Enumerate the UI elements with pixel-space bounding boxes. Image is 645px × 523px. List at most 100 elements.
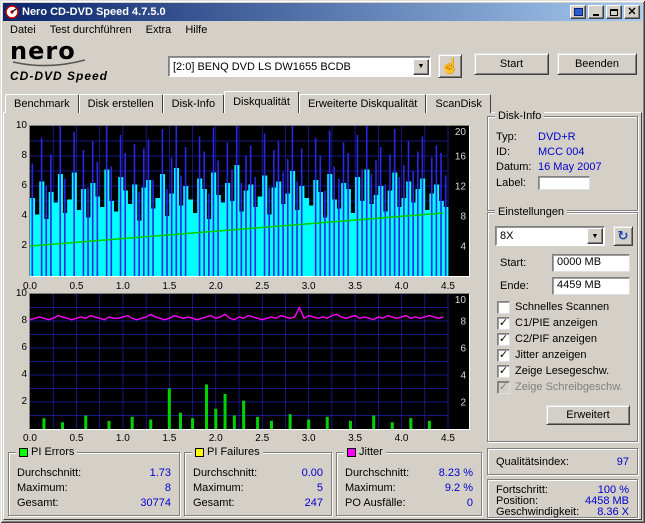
checkbox-label: C2/PIF anzeigen	[515, 333, 597, 345]
tab-scandisk[interactable]: ScanDisk	[426, 94, 490, 113]
drive-select-value: [2:0] BENQ DVD LS DW1655 BCDB	[169, 61, 412, 73]
scan-start-field[interactable]: 0000 MB	[552, 254, 630, 272]
svg-text:4: 4	[460, 242, 466, 253]
x-axis-tick: 0.5	[65, 433, 87, 444]
drive-select[interactable]: [2:0] BENQ DVD LS DW1655 BCDB ▼	[168, 56, 431, 77]
x-axis-tick: 0.5	[65, 281, 87, 292]
settings-title: Einstellungen	[495, 206, 567, 218]
disk-label-label: Label:	[496, 177, 538, 189]
checkbox-box[interactable]: ✓	[497, 333, 510, 346]
checkbox-box[interactable]: ✓	[497, 317, 510, 330]
x-axis-tick: 4.0	[391, 281, 413, 292]
checkbox-schnelles-scannen[interactable]: Schnelles Scannen	[497, 299, 623, 315]
disk-id-value: MCC 004	[538, 146, 584, 158]
maximize-button[interactable]	[606, 5, 622, 19]
y-axis-tick: 2	[6, 396, 27, 407]
hand-icon: ☝	[441, 57, 460, 75]
checkbox-label: Zeige Lesegeschw.	[515, 365, 609, 377]
svg-text:4: 4	[460, 371, 466, 382]
tab-benchmark[interactable]: Benchmark	[5, 94, 79, 113]
stat-value: 8.23 %	[439, 467, 473, 479]
svg-text:10: 10	[455, 295, 467, 306]
stat-row: Gesamt:30774	[9, 495, 179, 510]
window-title: Nero CD-DVD Speed 4.7.5.0	[22, 6, 570, 18]
maximize-icon	[610, 9, 618, 16]
pie-errors-chart: 20161284	[29, 125, 470, 277]
stat-value: 0	[467, 497, 473, 509]
menu-item-test-durchf-hren[interactable]: Test durchführen	[43, 22, 139, 38]
titlebar[interactable]: Nero CD-DVD Speed 4.7.5.0 ✕	[3, 3, 642, 21]
stat-value: 5	[317, 482, 323, 494]
y-axis-tick: 4	[6, 210, 27, 221]
menu-bar: DateiTest durchführenExtraHilfe	[3, 21, 642, 39]
pi-failures-stats-title: PI Failures	[207, 446, 260, 458]
y-axis-tick: 8	[6, 150, 27, 161]
pi-errors-stats-title: PI Errors	[31, 446, 74, 458]
tab-disk-info[interactable]: Disk-Info	[163, 94, 224, 113]
checkbox-zeige-lesegeschw[interactable]: ✓ Zeige Lesegeschw.	[497, 363, 623, 379]
x-axis-tick: 1.0	[112, 433, 134, 444]
speed-select-arrow[interactable]: ▼	[587, 228, 603, 244]
quit-button[interactable]: Beenden	[557, 53, 637, 75]
speed-select[interactable]: 8X ▼	[495, 226, 605, 246]
checkbox-box[interactable]: ✓	[497, 365, 510, 378]
checkbox-label: C1/PIE anzeigen	[515, 317, 598, 329]
menu-item-hilfe[interactable]: Hilfe	[178, 22, 214, 38]
menu-item-extra[interactable]: Extra	[139, 22, 179, 38]
drive-select-arrow[interactable]: ▼	[413, 59, 429, 75]
x-axis-tick: 0.0	[19, 433, 41, 444]
y-axis-tick: 10	[6, 288, 27, 299]
close-button[interactable]: ✕	[624, 5, 640, 19]
minimize-icon	[593, 14, 599, 16]
checkbox-box[interactable]: ✓	[497, 381, 510, 394]
checkbox-label: Schnelles Scannen	[515, 301, 609, 313]
stat-row: Maximum:8	[9, 480, 179, 495]
checkbox-c2-pif-anzeigen[interactable]: ✓ C2/PIF anzeigen	[497, 331, 623, 347]
stat-value: 1.73	[150, 467, 171, 479]
svg-text:12: 12	[455, 182, 467, 193]
stat-row: PO Ausfälle:0	[337, 495, 481, 510]
pi-failures-legend-swatch	[195, 448, 204, 457]
quality-index-value: 97	[617, 456, 629, 468]
menu-item-datei[interactable]: Datei	[3, 22, 43, 38]
chevron-down-icon: ▼	[418, 63, 425, 70]
stat-value: 247	[305, 497, 323, 509]
svg-text:6: 6	[460, 344, 466, 355]
minimize-button[interactable]	[588, 5, 604, 19]
stat-label: Maximum:	[17, 482, 68, 494]
checkbox-box[interactable]: ✓	[497, 349, 510, 362]
titlebar-app-button[interactable]	[570, 5, 586, 19]
checkbox-jitter-anzeigen[interactable]: ✓Jitter anzeigen	[497, 347, 623, 363]
pi-failures-stats-group: PI Failures Durchschnitt:0.00Maximum:5Ge…	[184, 452, 332, 516]
refresh-icon: ↻	[618, 229, 629, 244]
tab-diskqualit-t[interactable]: Diskqualität	[224, 91, 299, 113]
app-window: Nero CD-DVD Speed 4.7.5.0 ✕ DateiTest du…	[0, 0, 645, 523]
checkbox-c1-pie-anzeigen[interactable]: ✓ C1/PIE anzeigen	[497, 315, 623, 331]
x-axis-tick: 1.0	[112, 281, 134, 292]
tab-erweiterte-diskqualit-t[interactable]: Erweiterte Diskqualität	[299, 94, 426, 113]
y-axis-tick: 2	[6, 240, 27, 251]
scan-start-label: Start:	[500, 257, 526, 269]
disk-info-title: Disk-Info	[495, 110, 544, 122]
x-axis-tick: 2.5	[251, 281, 273, 292]
tab-disk-erstellen[interactable]: Disk erstellen	[79, 94, 163, 113]
settings-checkboxes: Schnelles Scannen ✓ C1/PIE anzeigen ✓ C2/PIF…	[497, 299, 623, 395]
pi-errors-legend-swatch	[19, 448, 28, 457]
x-axis-tick: 1.5	[158, 281, 180, 292]
stat-value: 30774	[140, 497, 171, 509]
scan-ende-field[interactable]: 4459 MB	[552, 277, 630, 295]
x-axis-tick: 1.5	[158, 433, 180, 444]
start-button[interactable]: Start	[474, 53, 549, 75]
stat-label: Durchschnitt:	[17, 467, 81, 479]
refresh-button[interactable]: ↻	[613, 226, 633, 246]
x-axis-tick: 3.5	[344, 281, 366, 292]
checkbox-box[interactable]	[497, 301, 510, 314]
tray-button[interactable]: ☝	[438, 54, 462, 78]
settings-group: Einstellungen 8X ▼ ↻ Start: 0000 MB Ende…	[487, 212, 638, 442]
app-window-icon	[574, 8, 583, 16]
product-wordmark: CD-DVD Speed	[10, 69, 150, 83]
jitter-stats-group: Jitter Durchschnitt:8.23 %Maximum:9.2 %P…	[336, 452, 482, 516]
checkbox-zeige-schreibgeschw[interactable]: ✓Zeige Schreibgeschw.	[497, 379, 623, 395]
stat-row: Durchschnitt:0.00	[185, 465, 331, 480]
erweitert-button[interactable]: Erweitert	[546, 405, 630, 425]
